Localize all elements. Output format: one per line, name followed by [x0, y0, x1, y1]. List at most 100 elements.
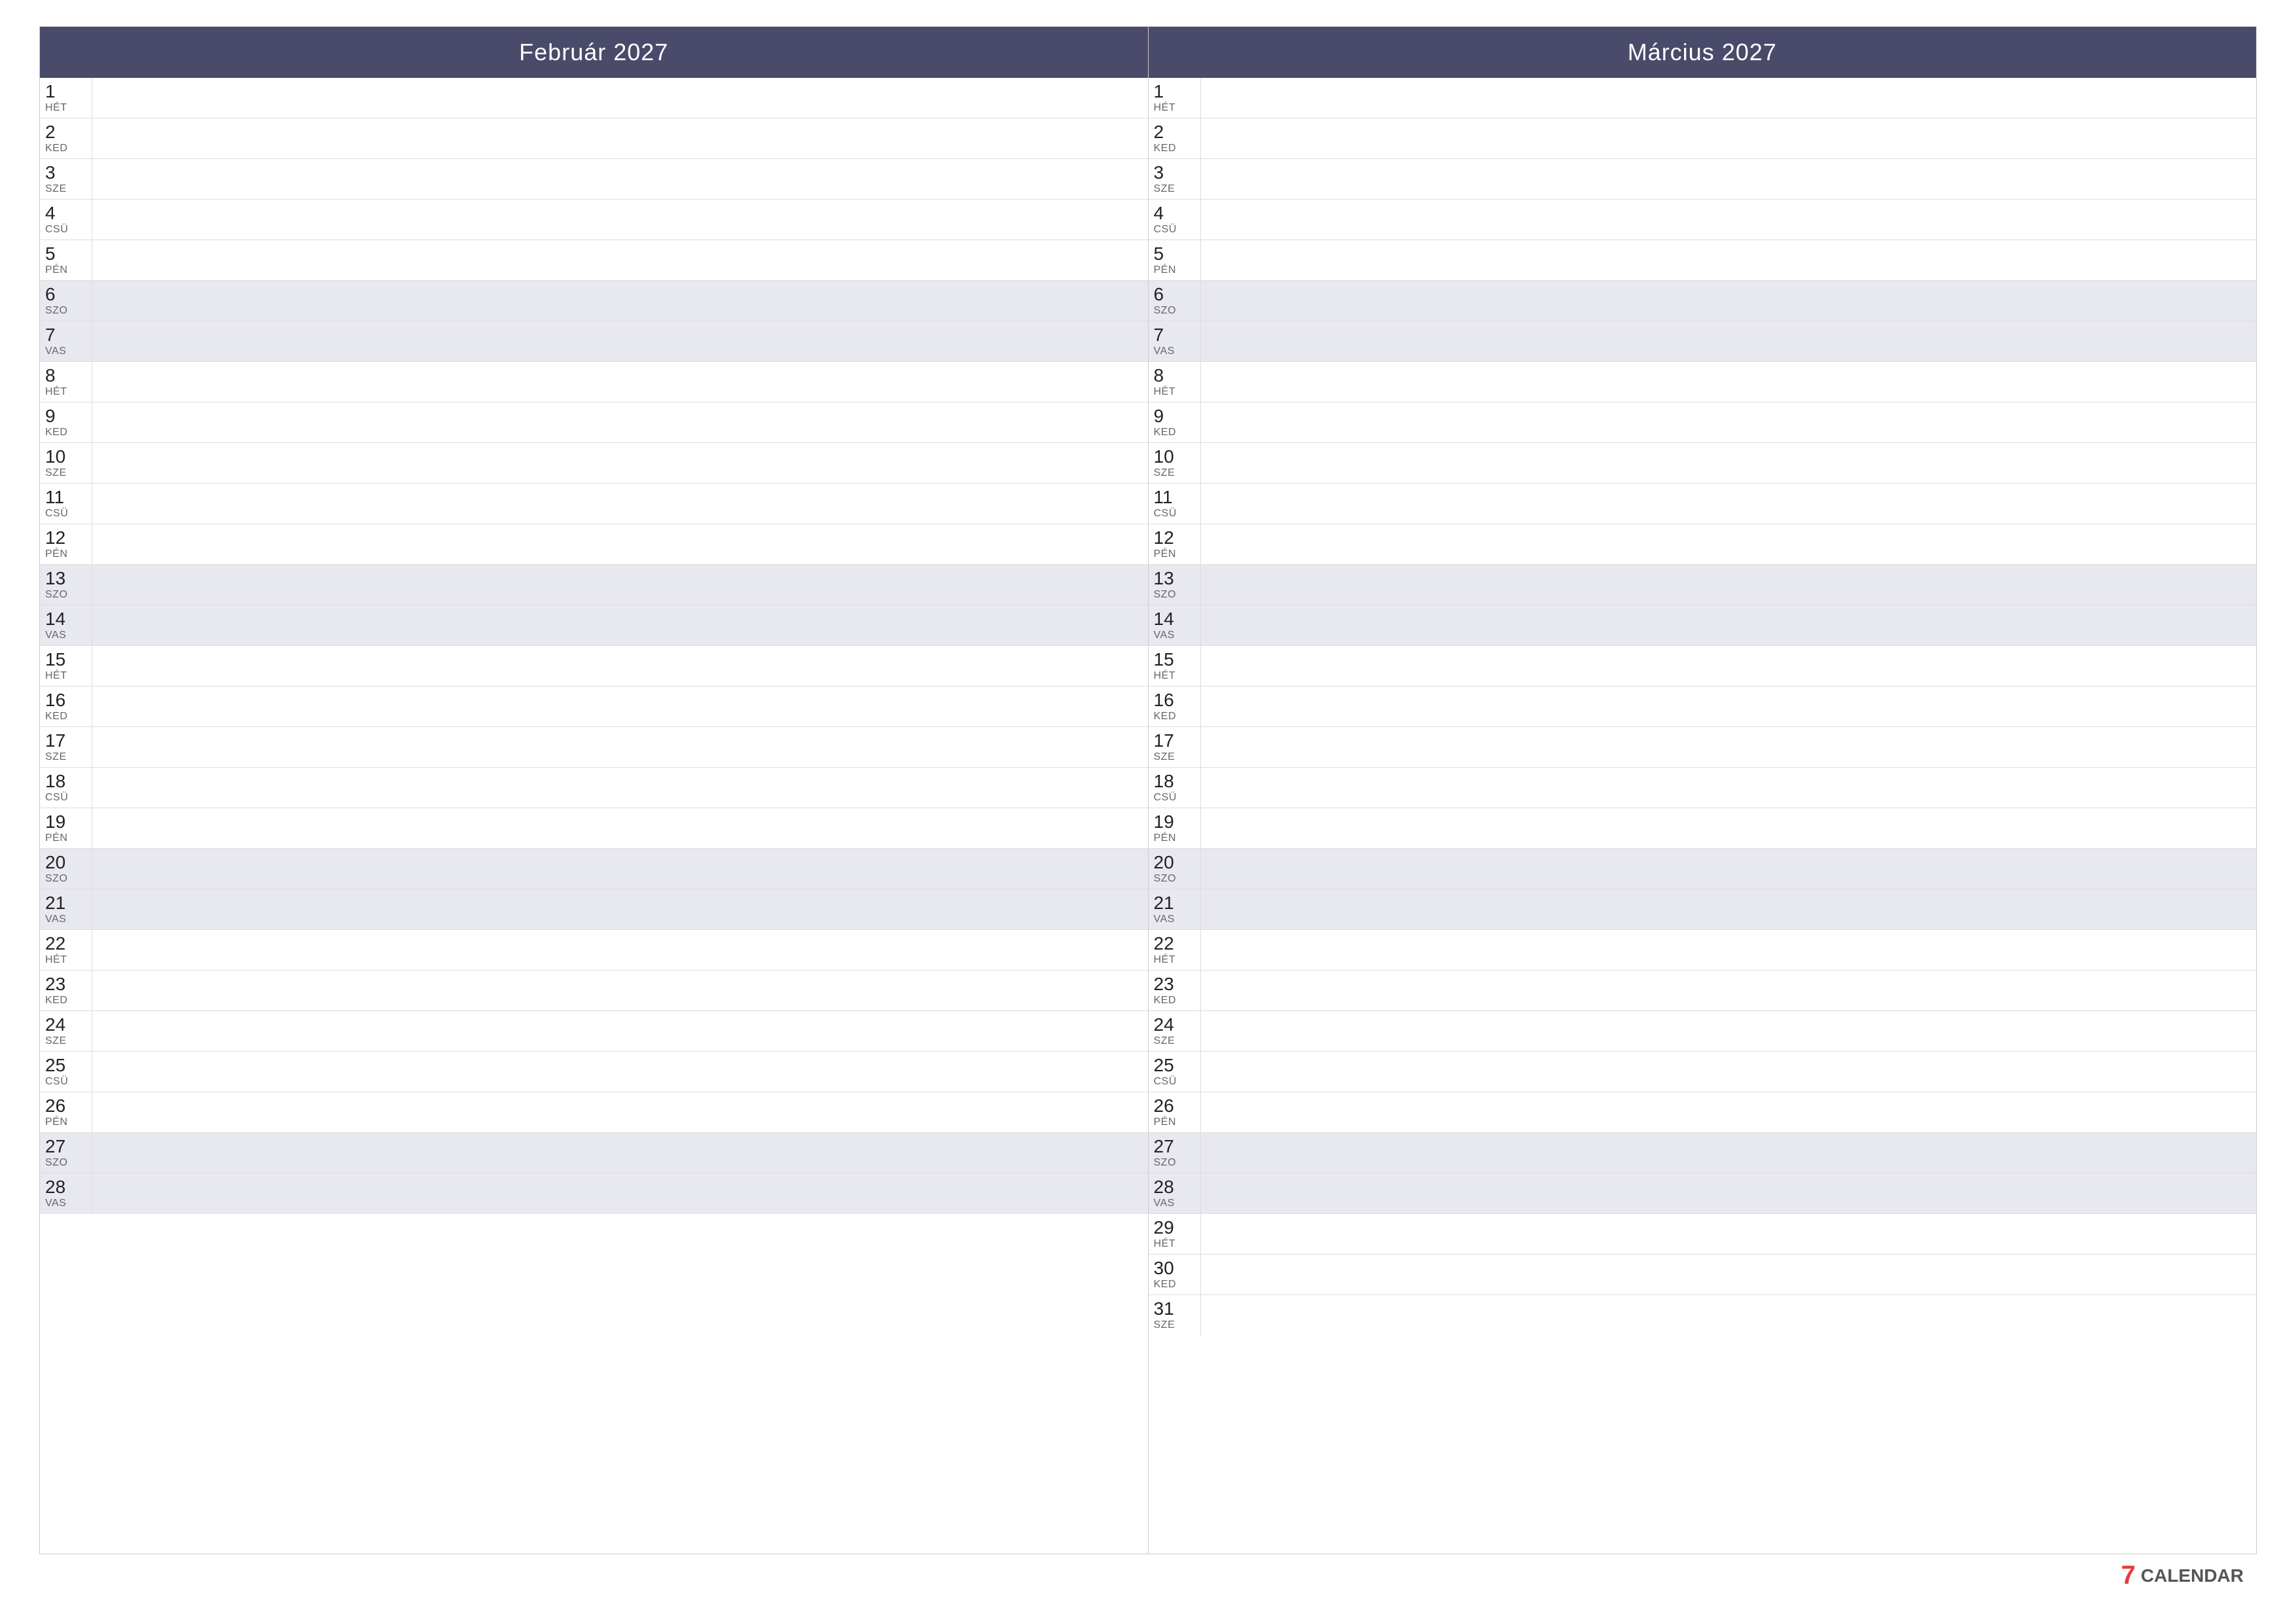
- day-row: 7VAS: [40, 321, 1148, 362]
- day-row: 12PÉN: [1149, 524, 2257, 565]
- day-row: 16KED: [1149, 687, 2257, 727]
- day-number: 2: [1154, 122, 1164, 143]
- day-number: 23: [1154, 974, 1174, 995]
- day-number-cell: 25CSÜ: [1149, 1052, 1201, 1092]
- day-number-cell: 31SZE: [1149, 1295, 1201, 1336]
- day-number-cell: 17SZE: [1149, 727, 1201, 767]
- day-content: [1201, 321, 2257, 361]
- day-row: 26PÉN: [1149, 1092, 2257, 1133]
- day-content: [1201, 402, 2257, 442]
- day-number: 21: [45, 893, 65, 914]
- day-row: 30KED: [1149, 1255, 2257, 1295]
- day-name: KED: [1154, 711, 1176, 722]
- day-name: PÉN: [1154, 832, 1176, 844]
- day-number-cell: 19PÉN: [1149, 808, 1201, 848]
- day-name: KED: [1154, 995, 1176, 1007]
- day-row: 9KED: [40, 402, 1148, 443]
- day-name: SZO: [1154, 305, 1176, 317]
- march-header: Március 2027: [1149, 27, 2257, 78]
- day-content: [1201, 605, 2257, 645]
- day-number-cell: 28VAS: [40, 1173, 92, 1214]
- day-name: CSÜ: [1154, 792, 1177, 804]
- february-calendar: Február 2027 1HÉT2KED3SZE4CSÜ5PÉN6SZO7VA…: [40, 27, 1149, 1554]
- day-number: 24: [45, 1015, 65, 1035]
- day-content: [1201, 78, 2257, 118]
- day-number-cell: 8HÉT: [40, 362, 92, 402]
- day-name: VAS: [1154, 346, 1175, 357]
- day-number: 28: [45, 1177, 65, 1198]
- day-number: 11: [45, 488, 64, 508]
- day-row: 3SZE: [1149, 159, 2257, 200]
- day-row: 16KED: [40, 687, 1148, 727]
- day-content: [1201, 1092, 2257, 1132]
- day-number: 19: [45, 812, 65, 832]
- day-name: HÉT: [1154, 386, 1176, 398]
- day-number-cell: 11CSÜ: [40, 484, 92, 524]
- day-number-cell: 16KED: [40, 687, 92, 726]
- day-number: 26: [45, 1096, 65, 1116]
- day-number-cell: 10SZE: [1149, 443, 1201, 483]
- day-number-cell: 27SZO: [40, 1133, 92, 1173]
- day-number: 8: [1154, 366, 1164, 386]
- day-name: PÉN: [1154, 1116, 1176, 1128]
- day-content: [1201, 1295, 2257, 1336]
- day-number-cell: 14VAS: [40, 605, 92, 645]
- day-name: SZO: [1154, 1157, 1176, 1169]
- page: Február 2027 1HÉT2KED3SZE4CSÜ5PÉN6SZO7VA…: [0, 0, 2296, 1623]
- day-content: [92, 768, 1148, 808]
- day-name: PÉN: [45, 548, 67, 560]
- day-content: [1201, 1214, 2257, 1254]
- day-row: 20SZO: [40, 849, 1148, 889]
- day-name: CSÜ: [1154, 1076, 1177, 1088]
- day-content: [1201, 1011, 2257, 1051]
- watermark: 7 CALENDAR: [2121, 1561, 2244, 1590]
- day-name: VAS: [45, 346, 66, 357]
- day-number: 3: [1154, 163, 1164, 183]
- day-row: 19PÉN: [40, 808, 1148, 849]
- day-name: VAS: [45, 630, 66, 641]
- day-name: SZO: [45, 873, 67, 885]
- day-name: KED: [45, 143, 67, 154]
- day-number-cell: 15HÉT: [40, 646, 92, 686]
- day-content: [92, 1173, 1148, 1214]
- day-name: KED: [1154, 427, 1176, 438]
- day-number: 22: [45, 934, 65, 954]
- day-name: CSÜ: [1154, 508, 1177, 520]
- day-name: HÉT: [45, 386, 67, 398]
- day-number-cell: 21VAS: [40, 889, 92, 929]
- day-row: 28VAS: [1149, 1173, 2257, 1214]
- day-row: 17SZE: [1149, 727, 2257, 768]
- day-number: 18: [45, 772, 65, 792]
- day-row: 14VAS: [40, 605, 1148, 646]
- day-name: KED: [1154, 143, 1176, 154]
- day-name: SZE: [45, 751, 67, 763]
- day-content: [92, 281, 1148, 321]
- day-name: HÉT: [1154, 954, 1176, 966]
- day-content: [1201, 646, 2257, 686]
- day-name: HÉT: [45, 102, 67, 114]
- day-number-cell: 3SZE: [40, 159, 92, 199]
- day-name: SZE: [1154, 183, 1175, 195]
- day-number: 20: [1154, 853, 1174, 873]
- day-name: SZE: [1154, 751, 1175, 763]
- day-row: 15HÉT: [40, 646, 1148, 687]
- day-content: [1201, 484, 2257, 524]
- day-row: 28VAS: [40, 1173, 1148, 1214]
- day-content: [92, 1133, 1148, 1173]
- watermark-number: 7: [2121, 1561, 2136, 1590]
- day-number-cell: 26PÉN: [40, 1092, 92, 1132]
- day-row: 27SZO: [1149, 1133, 2257, 1173]
- day-content: [1201, 808, 2257, 848]
- day-name: HÉT: [45, 670, 67, 682]
- day-name: SZO: [1154, 589, 1176, 601]
- day-number-cell: 22HÉT: [1149, 930, 1201, 970]
- day-row: 1HÉT: [40, 78, 1148, 118]
- day-row: 12PÉN: [40, 524, 1148, 565]
- day-number: 30: [1154, 1258, 1174, 1279]
- day-row: 31SZE: [1149, 1295, 2257, 1336]
- day-content: [92, 200, 1148, 240]
- day-name: KED: [45, 995, 67, 1007]
- day-content: [92, 240, 1148, 280]
- day-row: 2KED: [40, 118, 1148, 159]
- day-number-cell: 20SZO: [40, 849, 92, 889]
